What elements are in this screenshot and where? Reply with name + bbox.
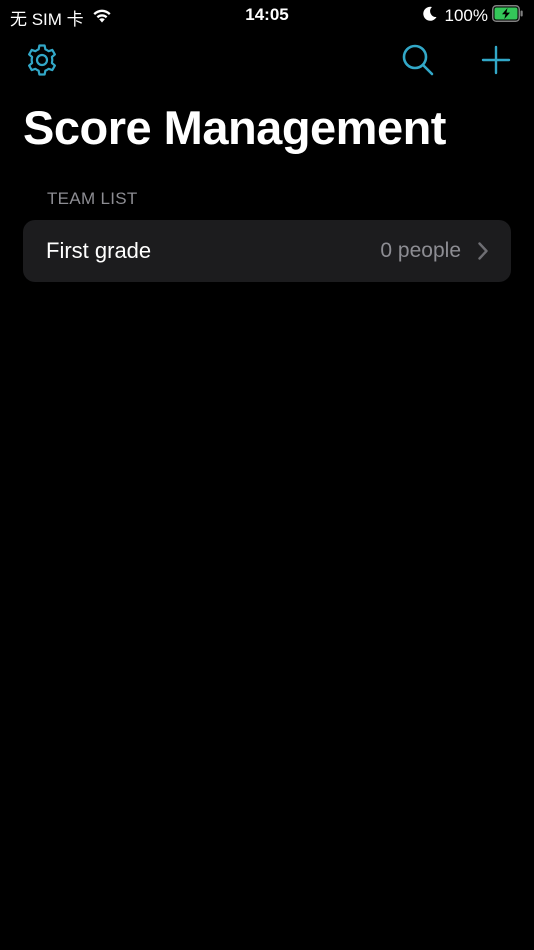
status-bar: 无 SIM 卡 14:05 100% xyxy=(0,0,534,30)
status-bar-right: 100% xyxy=(422,5,524,27)
moon-icon xyxy=(422,6,437,26)
settings-button[interactable] xyxy=(24,42,60,78)
search-button[interactable] xyxy=(400,42,436,78)
team-list-item[interactable]: First grade 0 people xyxy=(23,220,511,282)
battery-charging-icon xyxy=(492,5,524,27)
member-count: 0 people xyxy=(380,239,461,262)
add-button[interactable] xyxy=(478,42,514,78)
team-list: First grade 0 people xyxy=(23,220,511,282)
team-name: First grade xyxy=(46,238,152,263)
chevron-right-icon xyxy=(477,241,489,261)
search-icon xyxy=(402,44,434,76)
section-header: TEAM LIST xyxy=(47,189,138,208)
gear-icon xyxy=(28,44,56,76)
plus-icon xyxy=(481,45,511,75)
page-title: Score Management xyxy=(23,101,446,154)
battery-percent: 100% xyxy=(444,6,488,25)
